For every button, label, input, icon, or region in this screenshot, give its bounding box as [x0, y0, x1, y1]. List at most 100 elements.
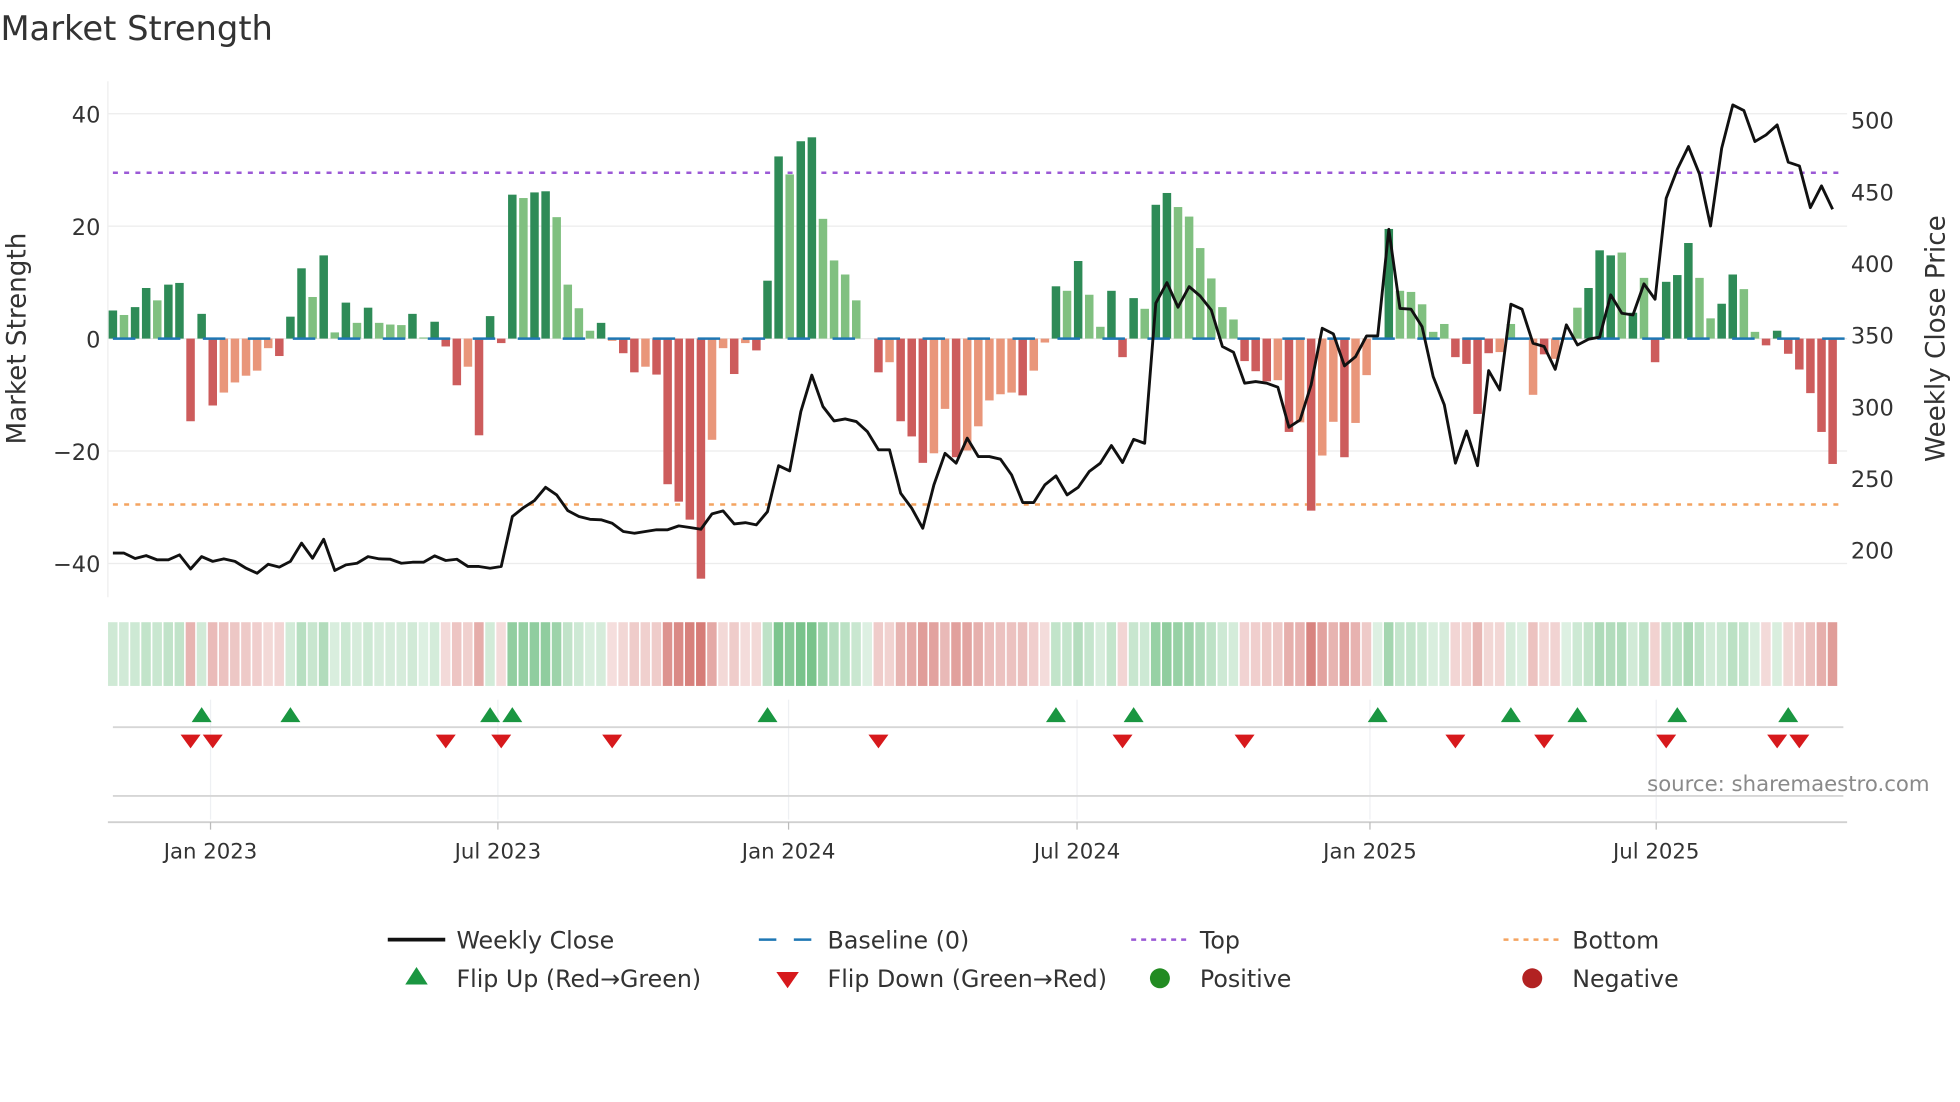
strip-cell [895, 622, 906, 686]
strength-bar [852, 300, 861, 339]
strip-cell [1028, 622, 1039, 686]
strip-cell [574, 622, 584, 686]
strip-cell [152, 622, 162, 686]
strip-cell [562, 622, 573, 686]
strip-cell [218, 622, 229, 686]
y2-tick-label: 250 [1851, 467, 1894, 493]
strength-bar [1828, 338, 1837, 464]
strength-bar [663, 338, 672, 485]
strip-cell [529, 622, 540, 686]
strip-cell [651, 622, 662, 686]
strength-bar [208, 338, 217, 406]
flip-down-marker [602, 734, 623, 749]
y-tick-label: −20 [53, 440, 100, 466]
strength-bar [175, 282, 184, 339]
strength-bar [696, 338, 706, 579]
strength-bar [275, 338, 284, 357]
strip-cell [1472, 622, 1483, 686]
strength-bar [896, 338, 905, 422]
flip-down-marker [1234, 734, 1255, 749]
strip-cell [1206, 622, 1216, 686]
strip-cell [973, 622, 983, 686]
strip-cell [1284, 622, 1294, 686]
strip-cell [618, 622, 628, 686]
legend-triangle-down-icon [776, 972, 799, 989]
strip-cell [385, 622, 395, 686]
strength-bar [796, 141, 806, 339]
strength-bar [452, 338, 462, 386]
strip-cell [1006, 622, 1017, 686]
strength-bar [563, 284, 573, 339]
strength-bar [153, 300, 162, 339]
strip-cell [1772, 622, 1782, 686]
y2-tick-label: 500 [1851, 109, 1894, 135]
strength-bar [940, 338, 950, 409]
strip-cell [1095, 622, 1105, 686]
strip-cell [1628, 622, 1638, 686]
strip-cell [1561, 622, 1571, 686]
strength-bar [1739, 289, 1749, 339]
strength-bar [929, 338, 939, 454]
strip-cell [1372, 622, 1383, 686]
strength-bar [408, 313, 417, 339]
flip-down-marker [1767, 734, 1788, 749]
strength-bar [530, 192, 539, 339]
strip-cell [1217, 622, 1228, 686]
strength-bar [1262, 338, 1272, 382]
strength-bar [119, 314, 129, 339]
flip-up-marker [1667, 707, 1688, 723]
strip-cell [296, 622, 307, 686]
strength-bar [1073, 261, 1083, 339]
strip-cell [784, 622, 795, 686]
strength-bar [1528, 338, 1538, 395]
strip-cell [1339, 622, 1350, 686]
strength-bar [885, 338, 894, 363]
strip-cell [1295, 622, 1305, 686]
strength-bar [1162, 192, 1172, 339]
strip-cell [773, 622, 784, 686]
strip-cell [1428, 622, 1438, 686]
strength-bar [1806, 338, 1815, 394]
strip-cell [1705, 622, 1716, 686]
strength-bar [918, 338, 928, 463]
strip-cell [1073, 622, 1083, 686]
strength-bar [1761, 338, 1771, 346]
strip-cell [1783, 622, 1793, 686]
legend-label: Negative [1572, 965, 1678, 993]
strength-bar [541, 191, 550, 339]
strip-cell [1173, 622, 1183, 686]
strength-bar [829, 260, 839, 339]
strip-cell [1517, 622, 1527, 686]
strength-bar [752, 338, 761, 351]
strip-cell [540, 622, 551, 686]
strength-bar [951, 338, 961, 458]
flip-up-marker [1045, 707, 1066, 723]
strip-cell [1272, 622, 1283, 686]
flip-up-marker [1778, 707, 1799, 723]
source-label: source: sharemaestro.com [1647, 772, 1929, 797]
strip-cell [130, 622, 140, 686]
strength-bar [419, 337, 428, 339]
strength-bar [230, 338, 240, 383]
strength-bar [1473, 338, 1482, 414]
strength-bar [685, 338, 695, 520]
strength-bar [141, 287, 151, 339]
strip-cell [1239, 622, 1250, 686]
strength-bar [1695, 277, 1704, 339]
legend-circle-icon [1149, 968, 1170, 989]
strength-bar [707, 338, 717, 440]
strength-bar [785, 174, 794, 339]
legend-label: Flip Down (Green→Red) [828, 965, 1107, 993]
strength-bar [630, 338, 639, 373]
flip-up-marker [1367, 707, 1388, 723]
strip-cell [707, 622, 717, 686]
strength-bar [763, 280, 772, 339]
x-axis-ticks: Jan 2023 Jul 2023 Jan 2024 Jul 2024 Jan 2025… [162, 822, 1699, 864]
strip-cell [729, 622, 739, 686]
strength-bar [1129, 298, 1138, 339]
strength-bar [1062, 290, 1072, 339]
flip-down-marker [868, 734, 889, 749]
strip-cell [329, 622, 340, 686]
strip-cell [1084, 622, 1094, 686]
strength-bar [386, 324, 395, 339]
